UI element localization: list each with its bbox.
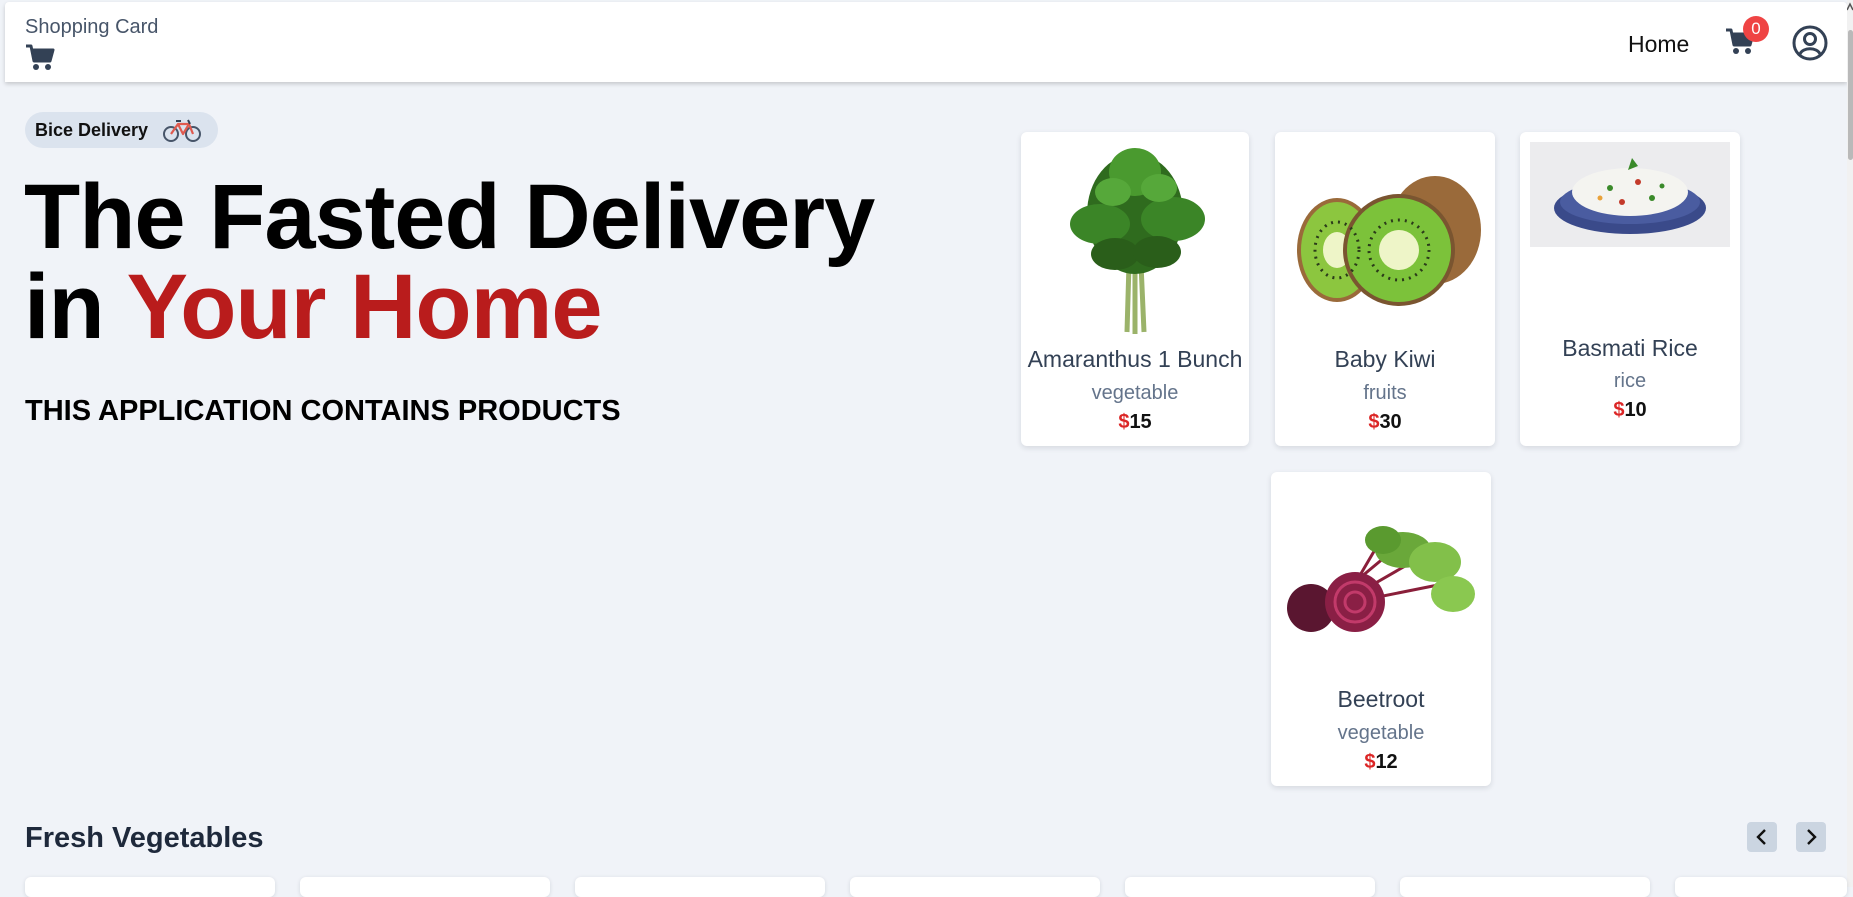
chevron-left-icon [1756, 829, 1766, 845]
headline-accent: Your Home [126, 256, 603, 358]
scrollbar-thumb[interactable] [1848, 30, 1853, 160]
cart-count-badge: 0 [1743, 16, 1769, 42]
price-currency: $ [1118, 411, 1130, 433]
product-price: $30 [1275, 411, 1495, 434]
chevron-right-icon [1807, 829, 1817, 845]
amaranthus-image [1070, 148, 1205, 334]
top-navbar: Shopping Card Home 0 [5, 2, 1847, 82]
headline-line-1: The Fasted Delivery [24, 166, 875, 268]
product-name: Basmati Rice [1562, 335, 1698, 361]
user-circle-icon[interactable] [1791, 24, 1829, 62]
price-currency: $ [1368, 411, 1380, 433]
product-category: vegetable [1337, 722, 1425, 744]
rice-image [1530, 142, 1730, 247]
cart-button[interactable]: 0 [1723, 16, 1769, 60]
carousel-card[interactable] [25, 877, 275, 897]
price-value: 15 [1129, 411, 1152, 433]
product-category: vegetable [1091, 382, 1179, 404]
price-currency: $ [1364, 751, 1376, 773]
carousel-card[interactable] [1125, 877, 1375, 897]
brand-logo[interactable]: Shopping Card [25, 16, 158, 71]
carousel-card[interactable] [1675, 877, 1847, 897]
price-value: 12 [1375, 751, 1398, 773]
badge-label: Bice Delivery [35, 119, 149, 140]
product-price: $15 [1021, 411, 1249, 434]
brand-name: Shopping Card [25, 16, 159, 38]
kiwi-image [1297, 176, 1481, 306]
price-value: 10 [1624, 399, 1647, 421]
cart-icon [26, 44, 55, 70]
carousel-card[interactable] [1400, 877, 1650, 897]
nav-home-link[interactable]: Home [1628, 31, 1689, 58]
product-card-beetroot[interactable]: Beetroot vegetable $12 [1271, 472, 1491, 786]
carousel-next-button[interactable] [1796, 822, 1826, 852]
product-price: $12 [1271, 751, 1491, 774]
scroll-up-arrow-icon[interactable] [1847, 0, 1853, 14]
product-name: Beetroot [1337, 686, 1425, 712]
headline-line-2-prefix: in [24, 256, 127, 358]
product-card-amaranthus[interactable]: Amaranthus 1 Bunch vegetable $15 [1021, 132, 1249, 446]
product-price: $10 [1520, 399, 1740, 422]
delivery-badge: Bice Delivery [25, 112, 219, 148]
price-currency: $ [1613, 399, 1625, 421]
product-card-basmati-rice[interactable]: Basmati Rice rice $10 [1520, 132, 1740, 446]
carousel-card[interactable] [850, 877, 1100, 897]
beetroot-image [1287, 526, 1475, 632]
hero-tagline: THIS APPLICATION CONTAINS PRODUCTS [25, 395, 621, 427]
product-name: Amaranthus 1 Bunch [1027, 346, 1243, 372]
carousel-card[interactable] [575, 877, 825, 897]
product-category: fruits [1363, 382, 1407, 404]
product-name: Baby Kiwi [1334, 346, 1436, 372]
hero-headline: The Fasted Delivery in Your Home [24, 171, 924, 353]
product-card-baby-kiwi[interactable]: Baby Kiwi fruits $30 [1275, 132, 1495, 446]
carousel-prev-button[interactable] [1747, 822, 1777, 852]
section-title-fresh-vegetables: Fresh Vegetables [25, 822, 264, 854]
bicycle-icon [163, 119, 202, 142]
product-category: rice [1613, 370, 1647, 392]
price-value: 30 [1379, 411, 1402, 433]
carousel-card[interactable] [300, 877, 550, 897]
